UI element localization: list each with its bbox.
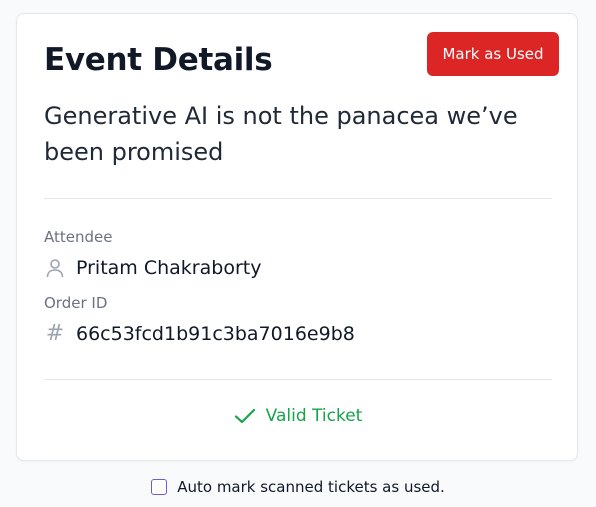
check-icon: [234, 408, 255, 424]
divider-top: [44, 198, 552, 199]
order-id-value: 66c53fcd1b91c3ba7016e9b8: [76, 323, 355, 345]
hash-icon: #: [45, 321, 65, 346]
auto-mark-setting: Auto mark scanned tickets as used.: [0, 478, 596, 496]
user-icon: [44, 257, 66, 279]
mark-as-used-button[interactable]: Mark as Used: [427, 32, 559, 76]
attendee-name: Pritam Chakraborty: [76, 257, 262, 279]
auto-mark-label[interactable]: Auto mark scanned tickets as used.: [177, 478, 445, 496]
attendee-row: Pritam Chakraborty: [44, 254, 261, 282]
order-id-row: # 66c53fcd1b91c3ba7016e9b8: [44, 320, 355, 348]
page: Event Details Mark as Used Generative AI…: [0, 0, 596, 507]
ticket-status-text: Valid Ticket: [265, 406, 363, 426]
event-details-card: Event Details Mark as Used Generative AI…: [16, 13, 578, 461]
event-title: Generative AI is not the panacea we’ve b…: [44, 102, 518, 166]
auto-mark-checkbox[interactable]: [151, 479, 168, 495]
page-title: Event Details: [44, 42, 273, 78]
order-id-label: Order ID: [44, 294, 108, 312]
ticket-status: Valid Ticket: [17, 406, 579, 426]
attendee-label: Attendee: [44, 228, 113, 246]
divider-bottom: [44, 379, 552, 380]
